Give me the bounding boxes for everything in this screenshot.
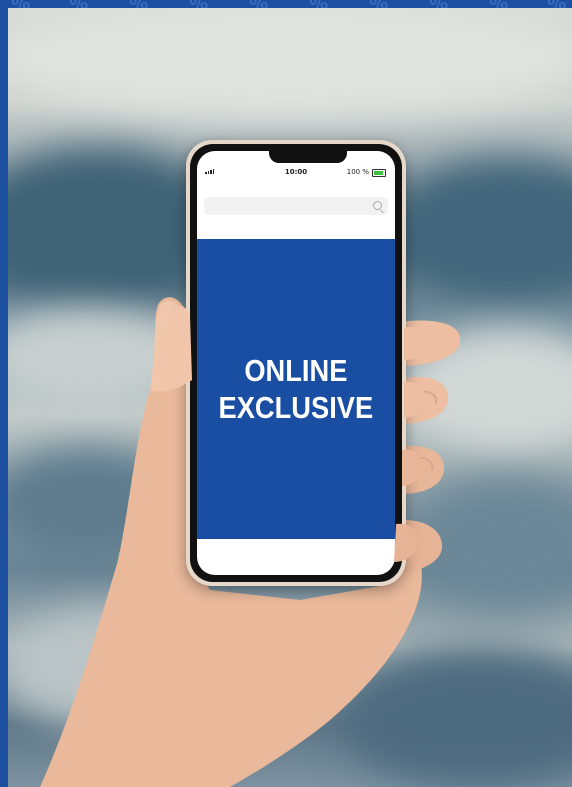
smartphone: 10:00 100 % ONLINE EXCLUSIVE — [186, 140, 406, 586]
phone-bezel: 10:00 100 % ONLINE EXCLUSIVE — [190, 144, 402, 582]
search-icon — [373, 201, 382, 210]
banner-line-1: ONLINE — [244, 353, 348, 388]
battery-icon — [372, 169, 386, 177]
phone-screen: 10:00 100 % ONLINE EXCLUSIVE — [197, 151, 395, 575]
banner-line-2: EXCLUSIVE — [218, 390, 374, 425]
banner-text: ONLINE EXCLUSIVE — [219, 352, 374, 426]
online-exclusive-banner: ONLINE EXCLUSIVE — [197, 239, 395, 539]
status-bar: 10:00 100 % — [197, 167, 395, 181]
phone-notch — [269, 151, 347, 163]
battery-percent: 100 % — [346, 168, 369, 176]
search-bar[interactable] — [204, 197, 388, 215]
